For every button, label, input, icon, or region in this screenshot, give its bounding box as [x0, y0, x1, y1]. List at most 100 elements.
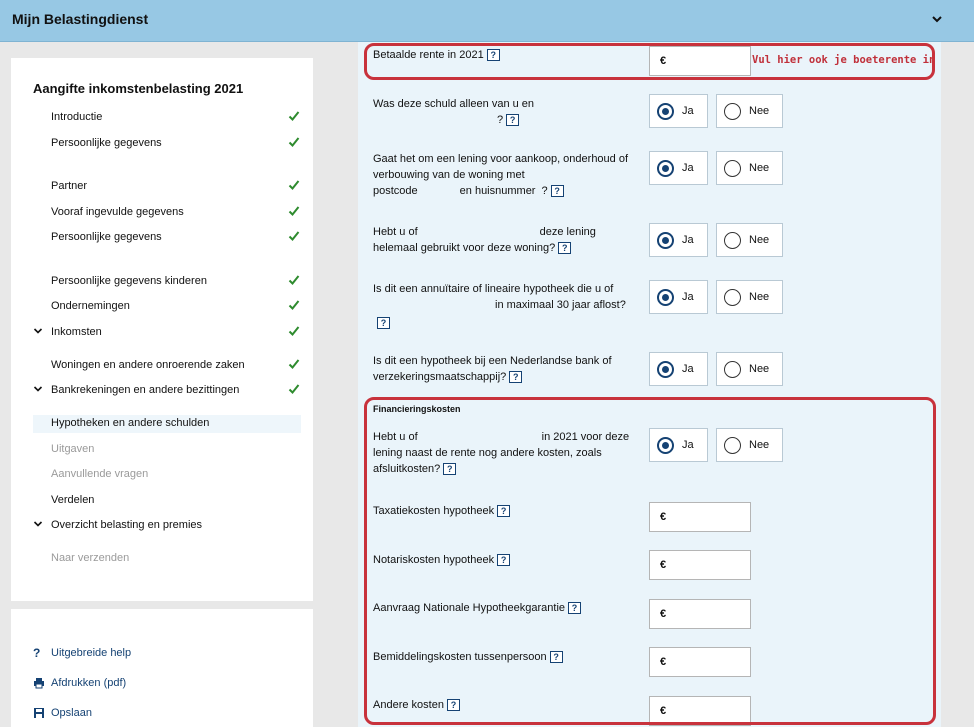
printer-icon: [34, 678, 44, 689]
sidebar-item-label: Aanvullende vragen: [51, 468, 149, 480]
checkmark-icon: [288, 231, 300, 241]
help-icon[interactable]: ?: [558, 242, 572, 255]
highlight-box-financieringskosten: [364, 397, 936, 725]
question-icon: ?: [33, 646, 41, 660]
chevron-down-icon[interactable]: [33, 326, 43, 336]
sidebar-item-label: Hypotheken en andere schulden: [51, 417, 210, 429]
sidebar-item-woningen[interactable]: Woningen en andere onroerende zaken: [33, 357, 301, 375]
question-text: verbouwing van de woning met: [373, 169, 525, 181]
radio-label: Ja: [682, 162, 694, 174]
question-1: Was deze schuld alleen van u en ??: [373, 96, 534, 128]
question-text: en huisnummer: [459, 185, 536, 197]
checkmark-icon: [288, 137, 300, 147]
q1-radio-nee[interactable]: Nee: [716, 94, 783, 128]
question-text: Is dit een annuïtaire of lineaire hypoth…: [373, 283, 614, 295]
q4-radio-ja[interactable]: Ja: [649, 280, 708, 314]
question-text: in maximaal 30 jaar aflost?: [495, 299, 626, 311]
chevron-down-icon[interactable]: [33, 384, 43, 394]
help-icon[interactable]: ?: [377, 317, 390, 330]
q3-radio-nee[interactable]: Nee: [716, 223, 783, 257]
sidebar-heading: Aangifte inkomstenbelasting 2021: [33, 81, 244, 96]
radio-label: Nee: [749, 291, 770, 303]
sidebar-item-label: Introductie: [51, 111, 103, 123]
question-text: helemaal gebruikt voor deze woning?: [373, 242, 556, 254]
sidebar-item-label: Overzicht belasting en premies: [51, 519, 203, 531]
sidebar-item-label: Bankrekeningen en andere bezittingen: [51, 384, 240, 396]
help-icon[interactable]: ?: [550, 185, 564, 198]
chevron-down-icon[interactable]: [930, 12, 944, 26]
sidebar-item-inkomsten[interactable]: Inkomsten: [33, 324, 301, 342]
sidebar-item-naar-verzenden[interactable]: Naar verzenden: [33, 550, 301, 568]
question-text: Was deze schuld alleen van u en: [373, 98, 535, 110]
sidebar-item-overzicht[interactable]: Overzicht belasting en premies: [33, 517, 301, 535]
sidebar-item-partner[interactable]: Partner: [33, 178, 301, 196]
radio-label: Nee: [749, 162, 770, 174]
checkmark-icon: [288, 275, 300, 285]
radio-selected-icon: [657, 160, 674, 177]
sidebar-item-introductie[interactable]: Introductie: [33, 109, 301, 127]
question-text: ?: [541, 185, 548, 197]
help-icon[interactable]: ?: [509, 371, 523, 384]
question-4: Is dit een annuïtaire of lineaire hypoth…: [373, 281, 626, 331]
q1-radio-ja[interactable]: Ja: [649, 94, 708, 128]
sidebar-help-panel: ? Uitgebreide help Afdrukken (pdf) Opsla…: [11, 609, 313, 727]
sidebar-item-label: Verdelen: [51, 494, 95, 506]
save-link-label: Opslaan: [51, 707, 92, 719]
q5-radio-ja[interactable]: Ja: [649, 352, 708, 386]
sidebar-item-ondernemingen[interactable]: Ondernemingen: [33, 298, 301, 316]
question-text: postcode: [373, 185, 418, 197]
question-text: deze lening: [539, 226, 596, 238]
sidebar-item-persoonlijke-gegevens-2[interactable]: Persoonlijke gegevens: [33, 229, 301, 247]
radio-unselected-icon: [724, 289, 741, 306]
question-text: Is dit een hypotheek bij een Nederlandse…: [373, 355, 612, 367]
checkmark-icon: [288, 326, 300, 336]
radio-unselected-icon: [724, 103, 741, 120]
sidebar-item-label: Persoonlijke gegevens: [51, 231, 162, 243]
question-text: verzekeringsmaatschappij?: [373, 371, 507, 383]
app-title: Mijn Belastingdienst: [12, 11, 149, 27]
sidebar-nav: Aangifte inkomstenbelasting 2021 Introdu…: [11, 58, 313, 601]
sidebar-item-label: Uitgaven: [51, 443, 95, 455]
radio-label: Ja: [682, 234, 694, 246]
checkmark-icon: [288, 384, 300, 394]
checkmark-icon: [288, 206, 300, 216]
q3-radio-ja[interactable]: Ja: [649, 223, 708, 257]
print-link-label: Afdrukken (pdf): [51, 677, 127, 689]
q2-radio-ja[interactable]: Ja: [649, 151, 708, 185]
sidebar-item-label: Inkomsten: [51, 326, 102, 338]
q4-radio-nee[interactable]: Nee: [716, 280, 783, 314]
question-2: Gaat het om een lening voor aankoop, ond…: [373, 151, 628, 199]
radio-label: Ja: [682, 105, 694, 117]
save-icon: [34, 708, 44, 718]
sidebar-item-label: Woningen en andere onroerende zaken: [51, 359, 245, 371]
q5-radio-nee[interactable]: Nee: [716, 352, 783, 386]
radio-label: Nee: [749, 363, 770, 375]
question-text: ?: [497, 114, 504, 126]
q2-radio-nee[interactable]: Nee: [716, 151, 783, 185]
sidebar-item-vooraf-ingevulde-gegevens[interactable]: Vooraf ingevulde gegevens: [33, 204, 301, 222]
sidebar-item-bankrekeningen[interactable]: Bankrekeningen en andere bezittingen: [33, 382, 301, 400]
checkmark-icon: [288, 300, 300, 310]
top-bar: Mijn Belastingdienst: [0, 0, 974, 42]
sidebar-item-label: Naar verzenden: [51, 552, 130, 564]
radio-label: Nee: [749, 105, 770, 117]
sidebar-item-label: Persoonlijke gegevens: [51, 137, 162, 149]
question-text: Hebt u of: [373, 226, 418, 238]
sidebar-item-persoonlijke-gegevens[interactable]: Persoonlijke gegevens: [33, 135, 301, 153]
radio-label: Ja: [682, 363, 694, 375]
help-icon[interactable]: ?: [506, 114, 520, 127]
sidebar-item-hypotheken[interactable]: Hypotheken en andere schulden: [33, 415, 301, 433]
radio-label: Ja: [682, 291, 694, 303]
question-5: Is dit een hypotheek bij een Nederlandse…: [373, 353, 612, 385]
sidebar-item-aanvullende-vragen[interactable]: Aanvullende vragen: [33, 466, 301, 484]
chevron-down-icon[interactable]: [33, 519, 43, 529]
checkmark-icon: [288, 180, 300, 190]
radio-unselected-icon: [724, 160, 741, 177]
sidebar-item-persoonlijke-gegevens-kinderen[interactable]: Persoonlijke gegevens kinderen: [33, 273, 301, 291]
radio-selected-icon: [657, 289, 674, 306]
radio-unselected-icon: [724, 232, 741, 249]
radio-label: Nee: [749, 234, 770, 246]
sidebar-item-verdelen[interactable]: Verdelen: [33, 492, 301, 510]
help-link-label: Uitgebreide help: [51, 647, 132, 659]
sidebar-item-uitgaven[interactable]: Uitgaven: [33, 441, 301, 459]
